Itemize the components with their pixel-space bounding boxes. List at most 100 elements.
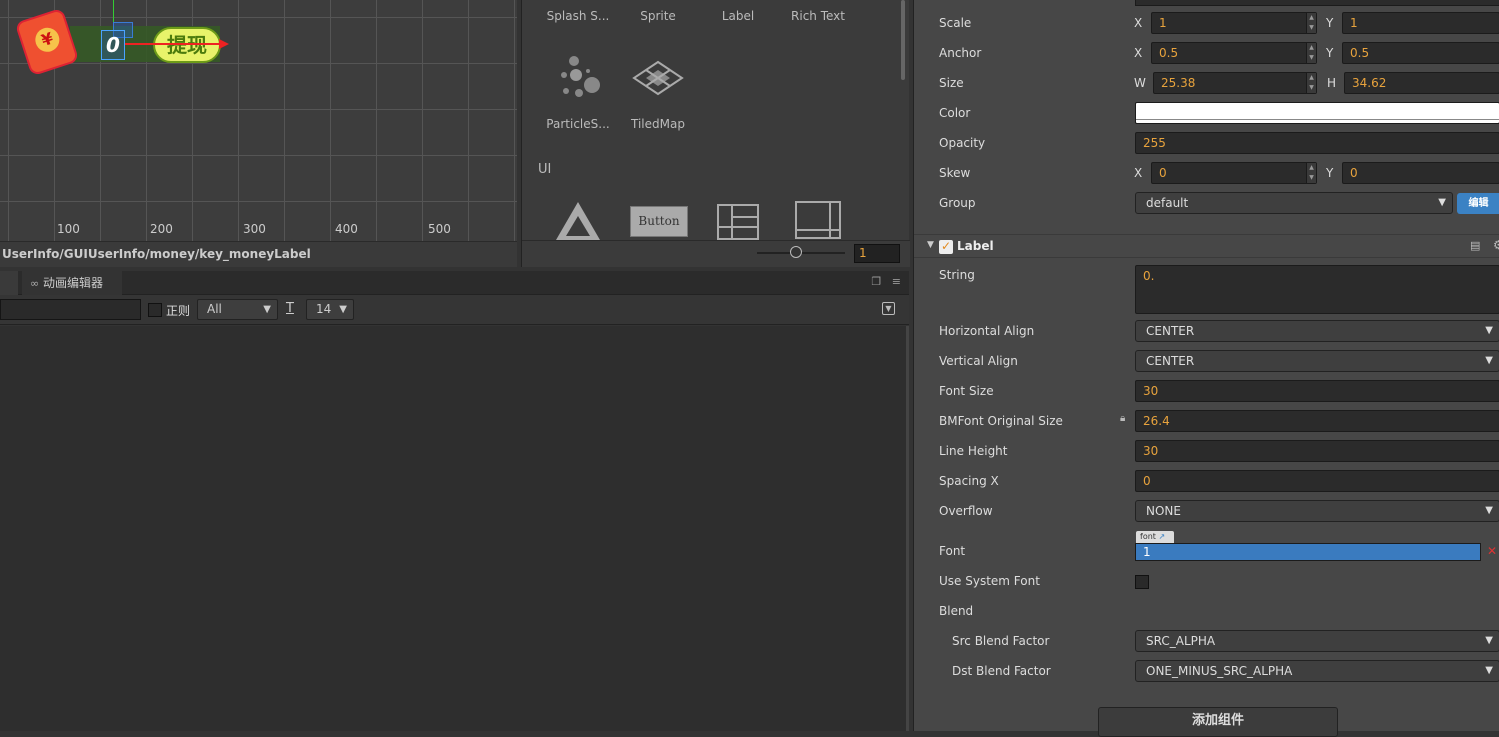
horizontal-align-value: CENTER (1146, 324, 1195, 338)
tab-animation-editor[interactable]: ∞ 动画编辑器 (22, 271, 122, 295)
font-tag-label: font (1140, 532, 1156, 541)
zoom-slider-knob[interactable] (790, 246, 802, 258)
component-enabled-checkbox[interactable]: ✓ (939, 240, 953, 254)
skew-y-input[interactable]: 0 (1342, 162, 1499, 184)
add-component-button[interactable]: 添加组件 (1098, 707, 1338, 737)
scale-y-input[interactable]: 1 (1342, 12, 1499, 34)
dst-blend-dropdown[interactable]: ONE_MINUS_SRC_ALPHA ▼ (1135, 660, 1499, 682)
collapse-icon[interactable]: ▼ (882, 302, 895, 315)
widget-triangle-icon[interactable] (554, 198, 602, 240)
filter-search-input[interactable] (0, 299, 141, 320)
spinner-icon[interactable]: ▲ ▼ (1306, 43, 1316, 63)
panel-menu-icons[interactable]: ❐ ≡ (871, 275, 901, 288)
maximize-icon[interactable]: ❐ (871, 275, 881, 288)
chevron-down-icon: ▼ (1485, 325, 1493, 336)
opacity-input[interactable]: 255 (1135, 132, 1499, 154)
skew-x-input[interactable]: 0 ▲ ▼ (1151, 162, 1317, 184)
withdraw-button[interactable]: 提现 (153, 27, 221, 63)
console-toolbar: 正则 All ▼ T 14 ▼ ▼ (0, 295, 909, 325)
tab-console[interactable] (0, 271, 18, 295)
size-w-input[interactable]: 25.38 ▲ ▼ (1153, 72, 1317, 94)
gear-icon[interactable]: ⚙ (1493, 238, 1499, 252)
group-dropdown[interactable]: default ▼ (1135, 192, 1453, 214)
library-scrollbar[interactable] (901, 0, 905, 80)
skew-x-value: 0 (1159, 166, 1167, 180)
library-item-tiledmap[interactable]: TiledMap (618, 117, 698, 131)
external-link-icon: ↗ (1155, 532, 1166, 541)
regex-checkbox[interactable] (148, 303, 162, 317)
inspector-panel: Scale X 1 ▲ ▼ Y 1 Anchor X 0.5 ▲ ▼ Y 0.5 Siz… (913, 0, 1499, 737)
font-asset-tag[interactable]: font ↗ (1136, 531, 1174, 543)
font-label: Font (939, 544, 966, 558)
chevron-down-icon: ▼ (1485, 635, 1493, 646)
line-height-input[interactable]: 30 (1135, 440, 1499, 462)
library-section-ui: UI (538, 162, 552, 177)
opacity-label: Opacity (939, 136, 986, 150)
zoom-value-input[interactable]: 1 (854, 244, 900, 263)
axis-y-label: Y (1326, 166, 1334, 180)
yen-coin: ¥ (32, 24, 63, 55)
anchor-x-input[interactable]: 0.5 ▲ ▼ (1151, 42, 1317, 64)
library-item-sprite[interactable]: Sprite (618, 9, 698, 23)
bmfont-size-label: BMFont Original Size (939, 414, 1063, 428)
library-item-rich-text[interactable]: Rich Text (778, 9, 858, 23)
animation-tab-icon: ∞ (30, 277, 40, 290)
selected-money-label[interactable]: 0 (101, 30, 125, 60)
font-size-dropdown[interactable]: 14 ▼ (306, 299, 354, 320)
font-asset-field[interactable]: 1 (1135, 543, 1481, 561)
color-label: Color (939, 106, 971, 120)
help-book-icon[interactable]: ▤ (1470, 239, 1480, 252)
chevron-down-icon: ▼ (1485, 665, 1493, 676)
line-height-label: Line Height (939, 444, 1008, 458)
menu-icon[interactable]: ≡ (892, 275, 901, 288)
color-swatch[interactable] (1135, 102, 1499, 124)
axis-y-label: Y (1326, 46, 1334, 60)
library-item-particle[interactable]: ParticleS... (538, 117, 618, 131)
string-textarea[interactable]: 0. (1135, 265, 1499, 314)
widget-scrollview-icon[interactable] (794, 200, 842, 240)
overflow-dropdown[interactable]: NONE ▼ (1135, 500, 1499, 522)
clear-icon[interactable]: ✕ (1487, 544, 1497, 558)
component-title: Label (957, 239, 994, 253)
collapse-triangle-icon[interactable]: ▼ (927, 240, 934, 250)
spacing-x-input[interactable]: 0 (1135, 470, 1499, 492)
animation-tab-label: 动画编辑器 (43, 276, 104, 290)
spinner-icon[interactable]: ▲ ▼ (1306, 13, 1316, 33)
x-axis-gizmo[interactable] (125, 39, 229, 49)
use-system-font-label: Use System Font (939, 574, 1040, 588)
red-packet-icon[interactable]: ¥ (17, 10, 77, 74)
use-system-font-checkbox[interactable] (1135, 575, 1149, 589)
widget-library-panel: Splash S... Sprite Label Rich Text Parti… (521, 0, 910, 267)
log-level-value: All (207, 302, 222, 316)
widget-layout-icon[interactable] (716, 203, 760, 241)
spinner-icon[interactable]: ▲ ▼ (1306, 163, 1316, 183)
font-size-input[interactable]: 30 (1135, 380, 1499, 402)
src-blend-dropdown[interactable]: SRC_ALPHA ▼ (1135, 630, 1499, 652)
group-edit-button[interactable]: 编辑 (1457, 193, 1499, 214)
dst-blend-value: ONE_MINUS_SRC_ALPHA (1146, 664, 1293, 678)
widget-button-preview[interactable]: Button (630, 206, 688, 237)
console-output-area[interactable] (0, 326, 906, 731)
chevron-down-icon: ▼ (1485, 505, 1493, 516)
axis-tick-label: 400 (335, 222, 358, 236)
library-item-splash[interactable]: Splash S... (538, 9, 618, 23)
scene-view[interactable]: 100 200 300 400 500 ¥ 0 提现 (0, 0, 517, 241)
anchor-y-input[interactable]: 0.5 (1342, 42, 1499, 64)
spinner-icon[interactable]: ▲ ▼ (1306, 73, 1316, 93)
scale-x-input[interactable]: 1 ▲ ▼ (1151, 12, 1317, 34)
label-component-header[interactable]: ▼ ✓ Label ▤ ⚙ (914, 234, 1499, 258)
console-scrollbar[interactable] (906, 326, 909, 731)
chevron-down-icon: ▼ (339, 304, 347, 315)
string-label: String (939, 268, 975, 282)
log-level-dropdown[interactable]: All ▼ (197, 299, 278, 320)
skew-label: Skew (939, 166, 971, 180)
chevron-down-icon: ▼ (263, 304, 271, 315)
vertical-align-dropdown[interactable]: CENTER ▼ (1135, 350, 1499, 372)
horizontal-align-dropdown[interactable]: CENTER ▼ (1135, 320, 1499, 342)
library-item-label[interactable]: Label (698, 9, 778, 23)
group-label: Group (939, 196, 976, 210)
vertical-align-label: Vertical Align (939, 354, 1018, 368)
particle-icon (561, 56, 600, 97)
font-size-label: Font Size (939, 384, 994, 398)
size-h-input[interactable]: 34.62 (1344, 72, 1499, 94)
